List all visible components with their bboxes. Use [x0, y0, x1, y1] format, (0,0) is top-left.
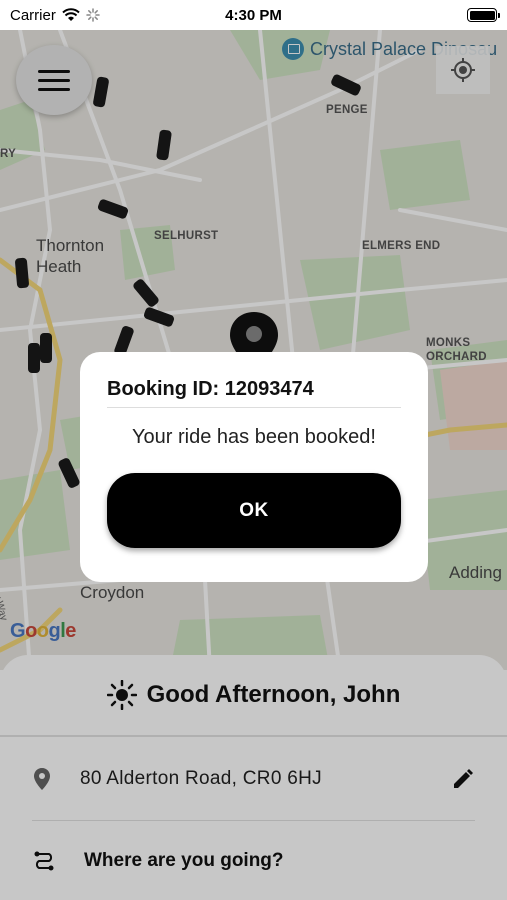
booking-confirmation-dialog: Booking ID: 12093474 Your ride has been …	[80, 352, 428, 582]
battery-icon	[467, 8, 500, 22]
activity-spinner-icon	[86, 8, 100, 22]
ok-button[interactable]: OK	[107, 473, 401, 548]
carrier-label: Carrier	[10, 6, 56, 24]
booking-message: Your ride has been booked!	[132, 426, 376, 448]
booking-id-title: Booking ID: 12093474	[107, 378, 401, 408]
wifi-icon	[62, 8, 80, 21]
status-bar: Carrier 4:30 PM	[0, 0, 507, 30]
